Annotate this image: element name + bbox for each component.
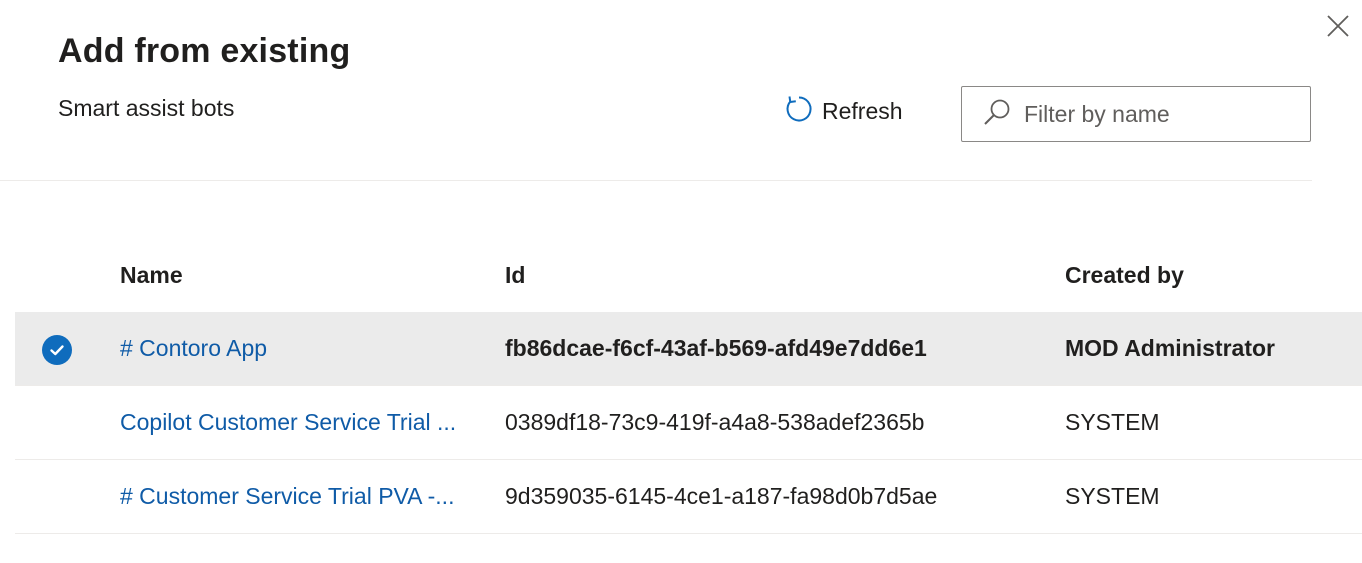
row-created-by: SYSTEM xyxy=(1065,409,1160,435)
close-icon xyxy=(1326,14,1350,43)
filter-box[interactable] xyxy=(961,86,1311,142)
row-name-link[interactable]: # Contoro App xyxy=(120,335,267,362)
filter-input[interactable] xyxy=(1024,100,1294,128)
refresh-button[interactable]: Refresh xyxy=(784,94,903,128)
column-header-created-by[interactable]: Created by xyxy=(1065,262,1184,289)
column-header-id[interactable]: Id xyxy=(505,262,525,289)
table-row[interactable]: Copilot Customer Service Trial ... 0389d… xyxy=(15,386,1362,460)
row-id: fb86dcae-f6cf-43af-b569-afd49e7dd6e1 xyxy=(505,335,927,361)
row-id: 9d359035-6145-4ce1-a187-fa98d0b7d5ae xyxy=(505,483,938,509)
row-created-by: MOD Administrator xyxy=(1065,335,1275,361)
bots-table: Name Id Created by # Contoro App fb86dca… xyxy=(15,238,1362,534)
row-id: 0389df18-73c9-419f-a4a8-538adef2365b xyxy=(505,409,925,435)
close-button[interactable] xyxy=(1322,12,1354,44)
table-row[interactable]: # Contoro App fb86dcae-f6cf-43af-b569-af… xyxy=(15,312,1362,386)
table-header: Name Id Created by xyxy=(15,238,1362,312)
checkmark-icon[interactable] xyxy=(42,335,72,365)
header-divider xyxy=(0,180,1312,181)
row-name-link[interactable]: # Customer Service Trial PVA -... xyxy=(120,483,454,510)
table-row[interactable]: # Customer Service Trial PVA -... 9d3590… xyxy=(15,460,1362,534)
row-name-link[interactable]: Copilot Customer Service Trial ... xyxy=(120,409,456,436)
search-icon xyxy=(982,97,1012,132)
dialog-subtitle: Smart assist bots xyxy=(58,95,235,121)
dialog-title: Add from existing xyxy=(58,32,351,70)
column-header-name[interactable]: Name xyxy=(120,262,183,289)
refresh-icon xyxy=(784,94,814,129)
refresh-label: Refresh xyxy=(822,97,903,124)
row-created-by: SYSTEM xyxy=(1065,483,1160,509)
